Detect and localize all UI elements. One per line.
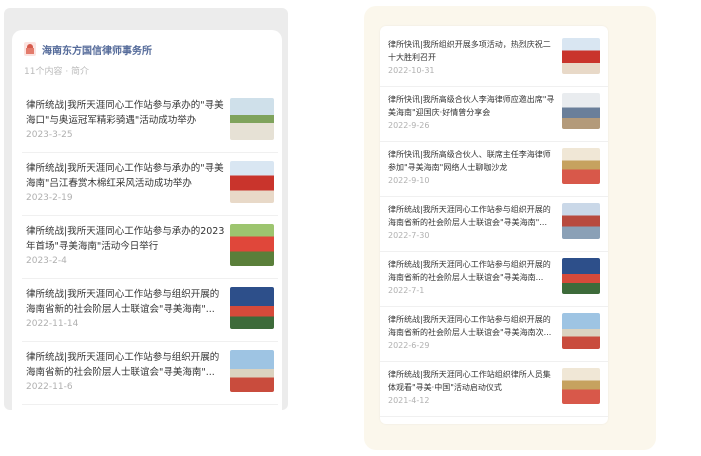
left-article-panel: 海南东方国信律师事务所 11个内容 · 简介 律所统战|我所天涯同心工作站参与承…: [12, 30, 282, 410]
account-header[interactable]: 海南东方国信律师事务所: [24, 40, 152, 58]
account-meta[interactable]: 11个内容 · 简介: [24, 64, 89, 77]
right-article-list: 律所快讯|我所组织开展多项活动，热烈庆祝二十大胜利召开 2022-10-31 律…: [380, 32, 608, 417]
law-firm-logo-icon: [24, 42, 36, 56]
article-date: 2022-9-10: [388, 176, 430, 185]
article-thumbnail: [230, 161, 274, 203]
article-title: 律所快讯|我所高级合伙人、联席主任李海律师参加"寻美海南"网络人士聊咖沙龙: [388, 150, 551, 172]
list-item[interactable]: 律所统战|我所天涯同心工作站组织律所人员集体观看"寻美·中国"活动启动仪式 20…: [380, 362, 608, 417]
article-date: 2023-2-19: [26, 193, 73, 203]
article-title: 律所快讯|我所高级合伙人李海律师应邀出席"寻美海南"迎国庆·好情曾分享会: [388, 95, 555, 117]
article-thumbnail: [230, 350, 274, 392]
list-item[interactable]: 律所统战|我所天涯同心工作站参与组织开展的海南省新的社会阶层人士联谊会"寻美海南…: [380, 197, 608, 252]
article-title: 律所统战|我所天涯同心工作站组织律所人员集体观看"寻美·中国"活动启动仪式: [388, 370, 551, 392]
article-thumbnail: [562, 368, 600, 404]
article-date: 2022-10-31: [388, 66, 435, 75]
article-date: 2023-3-25: [26, 130, 73, 140]
article-title: 律所统战|我所天涯同心工作站参与组织开展的海南省新的社会阶层人士联谊会"寻美海南…: [26, 289, 220, 315]
list-item[interactable]: 律所快讯|我所高级合伙人李海律师应邀出席"寻美海南"迎国庆·好情曾分享会 202…: [380, 87, 608, 142]
list-item[interactable]: 律所统战|我所天涯同心工作站参与组织开展的海南省新的社会阶层人士联谊会"寻美海南…: [380, 252, 608, 307]
article-title: 律所统战|我所天涯同心工作站参与承办的2023年首场"寻美海南"活动今日举行: [26, 226, 225, 252]
article-title: 律所统战|我所天涯同心工作站参与组织开展的海南省新的社会阶层人士联谊会"寻美海南…: [388, 260, 551, 282]
list-item[interactable]: 律所统战|我所天涯同心工作站参与承办的"寻美海南"吕江春赏木棉红采风活动成功举办…: [22, 153, 278, 216]
article-date: 2022-11-6: [26, 382, 73, 392]
account-name[interactable]: 海南东方国信律师事务所: [42, 42, 152, 57]
list-item[interactable]: 律所快讯|我所组织开展多项活动，热烈庆祝二十大胜利召开 2022-10-31: [380, 32, 608, 87]
article-title: 律所统战|我所天涯同心工作站参与承办的"寻美海南"吕江春赏木棉红采风活动成功举办: [26, 163, 224, 189]
article-title: 律所统战|我所天涯同心工作站参与承办的"寻美海口"与奥运冠军精彩骑遇"活动成功举…: [26, 100, 224, 126]
right-article-panel: 律所快讯|我所组织开展多项活动，热烈庆祝二十大胜利召开 2022-10-31 律…: [380, 26, 608, 424]
list-item[interactable]: 律所统战|我所天涯同心工作站参与组织开展的海南省新的社会阶层人士联谊会"寻美海南…: [22, 342, 278, 405]
article-thumbnail: [562, 258, 600, 294]
list-item[interactable]: 律所统战|我所天涯同心工作站参与组织开展的海南省新的社会阶层人士联谊会"寻美海南…: [22, 279, 278, 342]
article-thumbnail: [562, 93, 600, 129]
article-title: 律所统战|我所天涯同心工作站参与组织开展的海南省新的社会阶层人士联谊会"寻美海南…: [388, 205, 551, 227]
article-thumbnail: [562, 313, 600, 349]
list-item[interactable]: 律所快讯|我所高级合伙人、联席主任李海律师参加"寻美海南"网络人士聊咖沙龙 20…: [380, 142, 608, 197]
article-title: 律所快讯|我所组织开展多项活动，热烈庆祝二十大胜利召开: [388, 40, 551, 62]
article-date: 2022-7-30: [388, 231, 430, 240]
left-article-list: 律所统战|我所天涯同心工作站参与承办的"寻美海口"与奥运冠军精彩骑遇"活动成功举…: [22, 90, 278, 405]
article-thumbnail: [562, 148, 600, 184]
article-date: 2022-9-26: [388, 121, 430, 130]
list-item[interactable]: 律所统战|我所天涯同心工作站参与承办的"寻美海口"与奥运冠军精彩骑遇"活动成功举…: [22, 90, 278, 153]
article-date: 2022-7-1: [388, 286, 425, 295]
article-date: 2021-4-12: [388, 396, 430, 405]
article-date: 2022-11-14: [26, 319, 79, 329]
article-date: 2023-2-4: [26, 256, 67, 266]
article-thumbnail: [230, 98, 274, 140]
article-title: 律所统战|我所天涯同心工作站参与组织开展的海南省新的社会阶层人士联谊会"寻美海南…: [26, 352, 220, 378]
list-item[interactable]: 律所统战|我所天涯同心工作站参与组织开展的海南省新的社会阶层人士联谊会"寻美海南…: [380, 307, 608, 362]
article-thumbnail: [230, 287, 274, 329]
article-thumbnail: [230, 224, 274, 266]
article-thumbnail: [562, 38, 600, 74]
list-item[interactable]: 律所统战|我所天涯同心工作站参与承办的2023年首场"寻美海南"活动今日举行 2…: [22, 216, 278, 279]
article-title: 律所统战|我所天涯同心工作站参与组织开展的海南省新的社会阶层人士联谊会"寻美海南…: [388, 315, 552, 337]
article-thumbnail: [562, 203, 600, 239]
article-date: 2022-6-29: [388, 341, 430, 350]
